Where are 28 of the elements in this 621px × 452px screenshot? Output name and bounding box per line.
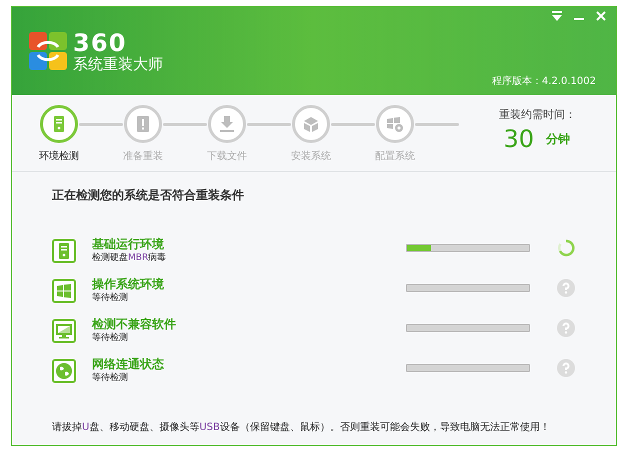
check-title: 网络连通状态 [92, 356, 165, 372]
logo-number: 360 [73, 30, 128, 54]
step-label: 环境检测 [39, 150, 79, 164]
check-title: 检测不兼容软件 [92, 316, 177, 332]
time-value: 30 [503, 124, 534, 154]
logo-title: 系统重装大师 [73, 56, 163, 72]
check-title: 操作系统环境 [92, 276, 165, 292]
step-label: 安装系统 [291, 150, 331, 164]
time-unit: 分钟 [546, 130, 570, 148]
warning-notice: 请拔掉U盘、移动硬盘、摄像头等USB设备（保留键盘、鼠标）。否则重装可能会失败，导致电脑无法正常使用！ [52, 420, 551, 435]
monitor-icon [52, 319, 76, 343]
time-label: 重装约需时间： [499, 107, 576, 123]
check-detail: 检测硬盘MBR病毒 [92, 252, 168, 265]
close-icon[interactable] [596, 11, 606, 21]
globe-icon [52, 359, 76, 383]
computer-icon [52, 239, 76, 263]
dropdown-icon[interactable] [552, 11, 562, 21]
check-title: 基础运行环境 [92, 236, 165, 252]
check-detail: 等待检测 [92, 292, 129, 305]
logo-icon [29, 32, 67, 70]
status-heading: 正在检测您的系统是否符合重装条件 [52, 187, 245, 204]
windows-icon [52, 279, 76, 303]
step-label: 准备重装 [123, 150, 163, 164]
check-detail: 等待检测 [92, 332, 129, 345]
check-detail: 等待检测 [92, 372, 129, 385]
version-label: 程序版本：4.2.0.1002 [492, 74, 596, 89]
step-label: 下载文件 [207, 150, 247, 164]
step-label: 配置系统 [375, 150, 415, 164]
